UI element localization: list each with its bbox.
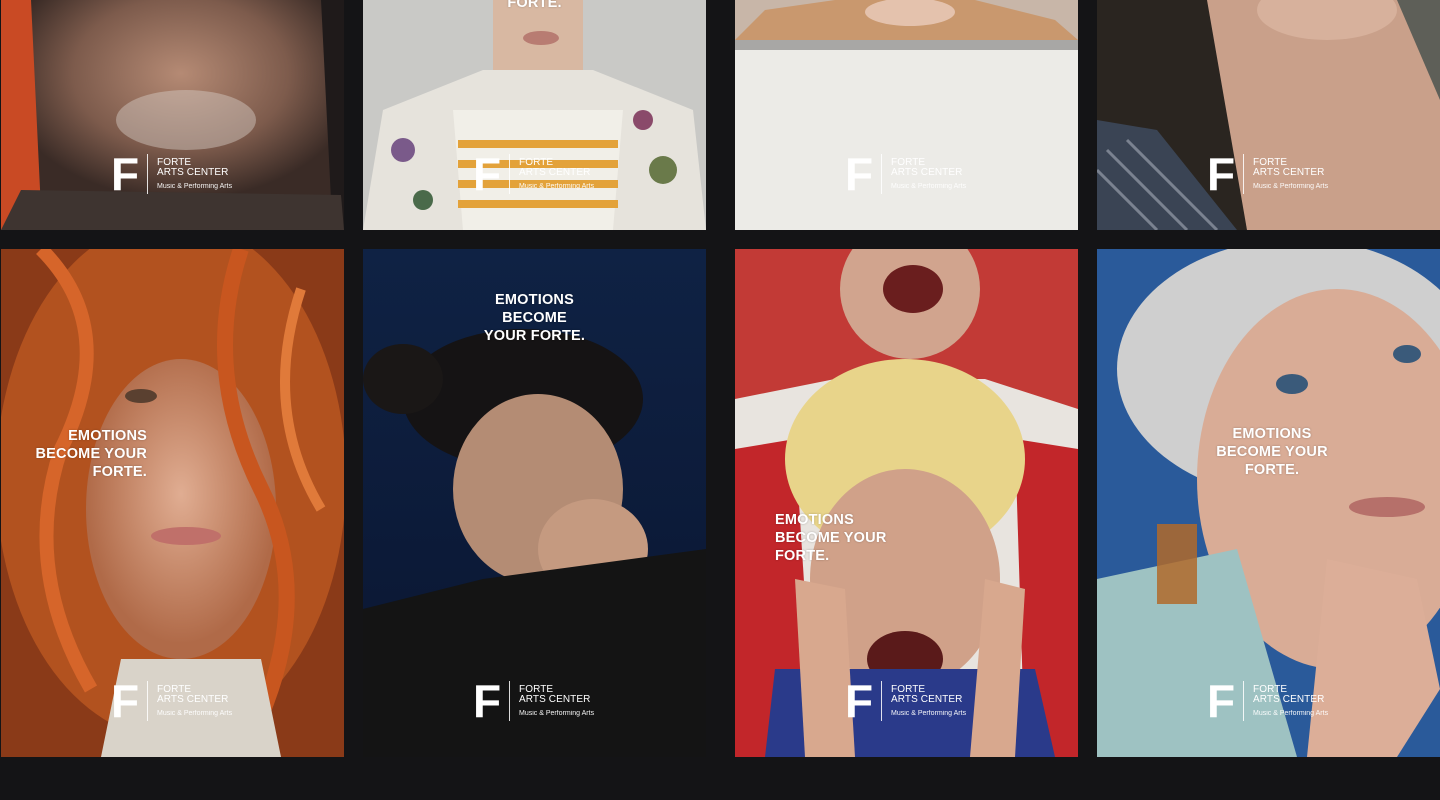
poster-young-man[interactable]: FORTE. F FORTE ARTS CENTER Music & Perfo… [363, 0, 706, 230]
poster-headline: EMOTIONS BECOME YOUR FORTE. [1216, 426, 1328, 478]
logo-divider [509, 681, 510, 721]
poster-red-hair[interactable]: EMOTIONS BECOME YOUR FORTE. F FORTE ARTS… [1, 249, 344, 757]
logo-tagline: Music & Performing Arts [1253, 709, 1329, 717]
poster-screaming[interactable]: EMOTIONS BECOME YOUR FORTE. F FORTE ARTS… [735, 249, 1078, 757]
logo-divider [509, 154, 510, 194]
logo-mark: F [1207, 148, 1235, 200]
logo-name-line2: ARTS CENTER [891, 694, 963, 705]
poster-eyes-closed[interactable]: EMOTIONS BECOME YOUR FORTE. F FORTE ARTS… [363, 249, 706, 757]
poster-headline: EMOTIONS BECOME YOUR FORTE. [35, 428, 147, 480]
forte-logo: F FORTE ARTS CENTER Music & Performing A… [473, 148, 595, 200]
logo-tagline: Music & Performing Arts [891, 182, 967, 190]
logo-name-line2: ARTS CENTER [891, 167, 963, 178]
logo-divider [1243, 681, 1244, 721]
logo-tagline: Music & Performing Arts [519, 709, 595, 717]
logo-name-line2: ARTS CENTER [519, 694, 591, 705]
logo-divider [147, 681, 148, 721]
poster-older-man[interactable]: F FORTE ARTS CENTER Music & Performing A… [1, 0, 344, 230]
logo-mark: F [473, 675, 501, 727]
logo-name-line2: ARTS CENTER [519, 167, 591, 178]
logo-mark: F [845, 148, 873, 200]
logo-divider [881, 154, 882, 194]
forte-logo: F FORTE ARTS CENTER Music & Performing A… [1207, 675, 1329, 727]
logo-tagline: Music & Performing Arts [519, 182, 595, 190]
photo-older-man [1, 0, 344, 230]
forte-logo: F FORTE ARTS CENTER Music & Performing A… [845, 675, 967, 727]
logo-tagline: Music & Performing Arts [891, 709, 967, 717]
poster-headline: FORTE. [507, 0, 562, 11]
photo-woman-neck [1097, 0, 1440, 230]
logo-divider [881, 681, 882, 721]
logo-mark: F [1207, 675, 1235, 727]
forte-logo: F FORTE ARTS CENTER Music & Performing A… [111, 148, 233, 200]
logo-name-line2: ARTS CENTER [157, 694, 229, 705]
poster-grid: F FORTE ARTS CENTER Music & Performing A… [0, 0, 1440, 800]
logo-name-line2: ARTS CENTER [1253, 167, 1325, 178]
logo-tagline: Music & Performing Arts [157, 182, 233, 190]
poster-white-sweater[interactable]: F FORTE ARTS CENTER Music & Performing A… [735, 0, 1078, 230]
logo-tagline: Music & Performing Arts [157, 709, 233, 717]
poster-woman-neck[interactable]: F FORTE ARTS CENTER Music & Performing A… [1097, 0, 1440, 230]
forte-logo: F FORTE ARTS CENTER Music & Performing A… [845, 148, 967, 200]
logo-mark: F [111, 675, 139, 727]
poster-headline: EMOTIONS BECOME YOUR FORTE. [483, 292, 586, 344]
logo-divider [1243, 154, 1244, 194]
logo-mark: F [111, 148, 139, 200]
logo-mark: F [473, 148, 501, 200]
photo-young-man [363, 0, 706, 230]
logo-tagline: Music & Performing Arts [1253, 182, 1329, 190]
poster-older-woman[interactable]: EMOTIONS BECOME YOUR FORTE. F FORTE ARTS… [1097, 249, 1440, 757]
poster-headline: EMOTIONS BECOME YOUR FORTE. [775, 512, 887, 564]
forte-logo: F FORTE ARTS CENTER Music & Performing A… [111, 675, 233, 727]
photo-white-sweater [735, 0, 1078, 230]
logo-name-line2: ARTS CENTER [157, 167, 229, 178]
logo-name-line2: ARTS CENTER [1253, 694, 1325, 705]
forte-logo: F FORTE ARTS CENTER Music & Performing A… [1207, 148, 1329, 200]
forte-logo: F FORTE ARTS CENTER Music & Performing A… [473, 675, 595, 727]
logo-divider [147, 154, 148, 194]
logo-mark: F [845, 675, 873, 727]
